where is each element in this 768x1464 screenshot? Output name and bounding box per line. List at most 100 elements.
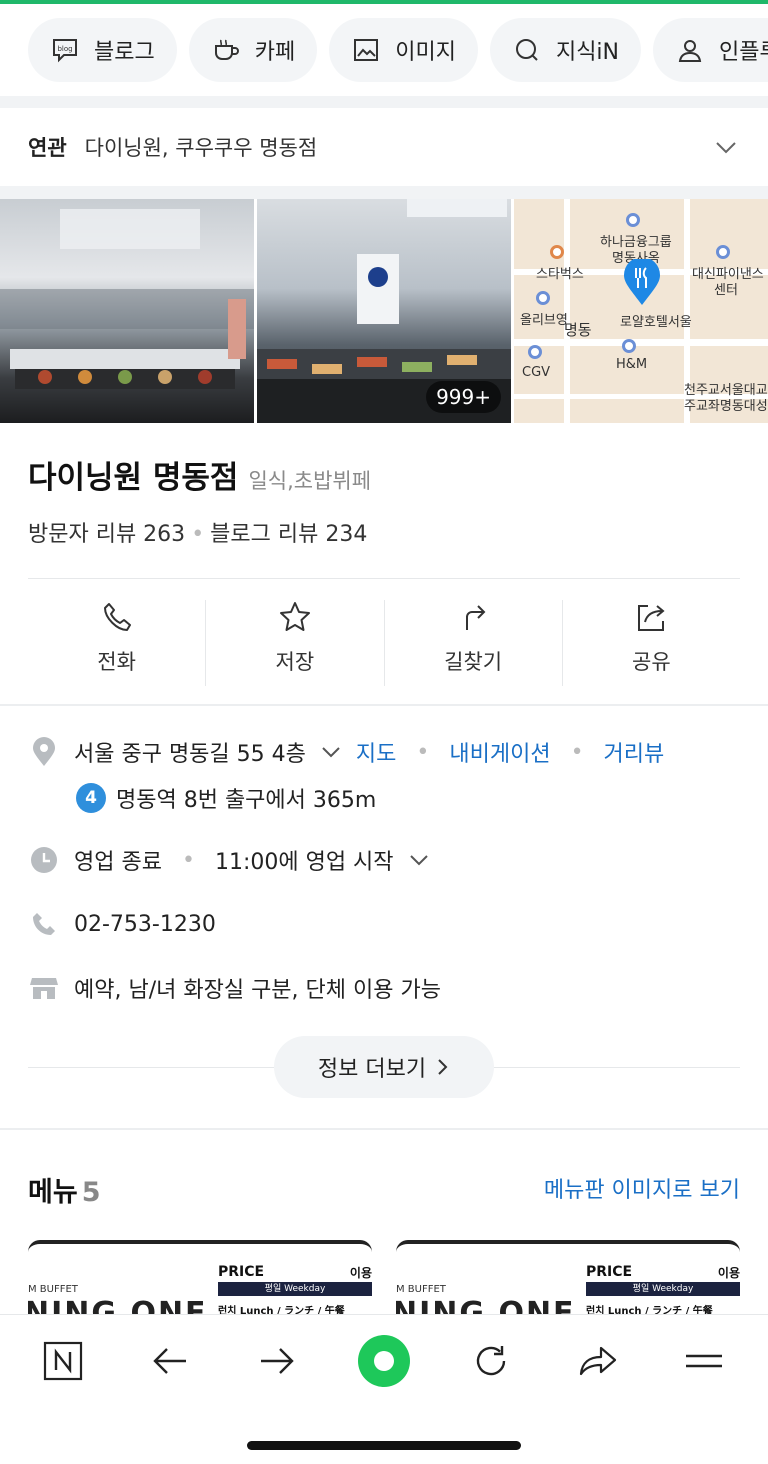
blog-review-link[interactable]: 블로그 리뷰 234 [210, 522, 367, 547]
save-button[interactable]: 저장 [206, 600, 385, 686]
phone-filled-icon [28, 908, 60, 940]
naver-home-button[interactable] [35, 1333, 91, 1389]
menu-card[interactable]: M BUFFET NING ONE PRICE 이용 평일 Weekday 런치… [396, 1240, 740, 1314]
restaurant-map-pin-icon [624, 259, 660, 305]
photo-sushi-counter[interactable]: 999+ [257, 199, 511, 423]
action-label: 공유 [632, 650, 671, 674]
divider [0, 704, 768, 706]
chip-label: 블로그 [94, 40, 155, 65]
section-gap [0, 186, 768, 199]
photo-strip: 999+ 하나금융그룹 명동사옥 스타벅스 대신파이낸스 센터 올리브영 명동 … [0, 199, 768, 423]
navigation-link[interactable]: 내비게이션 [449, 736, 550, 768]
more-info-button[interactable]: 정보 더보기 [274, 1036, 494, 1098]
hamburger-menu-icon [686, 1354, 723, 1368]
chip-label: 지식iN [555, 40, 620, 65]
menu-card-text: 평일 Weekday [218, 1282, 372, 1296]
share-nav-button[interactable] [570, 1333, 626, 1389]
share-button[interactable]: 공유 [563, 600, 740, 686]
menu-card-text: PRICE [218, 1264, 265, 1280]
location-pin-icon [28, 736, 60, 768]
phone-row[interactable]: 02-753-1230 [28, 908, 216, 940]
green-dot-button[interactable] [356, 1333, 412, 1389]
address-row: 서울 중구 명동길 55 4층 지도 • 내비게이션 • 거리뷰 [28, 736, 664, 768]
menu-count: 5 [81, 1177, 101, 1208]
phone-number[interactable]: 02-753-1230 [74, 912, 216, 937]
location-map[interactable]: 하나금융그룹 명동사옥 스타벅스 대신파이낸스 센터 올리브영 명동 로얄호텔서… [514, 199, 768, 423]
share-arrow-icon [579, 1346, 616, 1376]
map-label: 올리브영 [520, 313, 568, 328]
refresh-button[interactable] [463, 1333, 519, 1389]
call-button[interactable]: 전화 [28, 600, 207, 686]
map-label: 스타벅스 [536, 267, 584, 282]
menu-button[interactable] [676, 1333, 732, 1389]
map-link[interactable]: 지도 [356, 736, 396, 768]
menu-card-text: PRICE [586, 1264, 633, 1280]
chip-label: 인플루 [719, 40, 768, 65]
subway-info: 4 명동역 8번 출구에서 365m [76, 782, 376, 814]
chip-influencer[interactable]: 인플루 [653, 18, 768, 82]
menu-card-text: NING ONE [396, 1296, 576, 1314]
street-view-link[interactable]: 거리뷰 [604, 736, 665, 768]
address-text[interactable]: 서울 중구 명동길 55 4층 [74, 736, 306, 768]
chip-image[interactable]: 이미지 [329, 18, 478, 82]
subway-distance: 명동역 8번 출구에서 365m [116, 788, 377, 813]
chip-knowledge[interactable]: 지식iN [489, 18, 642, 82]
forward-button[interactable] [249, 1333, 305, 1389]
chip-cafe[interactable]: 카페 [188, 18, 318, 82]
map-label: CGV [522, 365, 551, 380]
related-searches[interactable]: 연관 다이닝원, 쿠우쿠우 명동점 [0, 108, 768, 186]
menu-card[interactable]: M BUFFET NING ONE PRICE 이용 평일 Weekday 런치… [28, 1240, 372, 1314]
clock-icon [28, 844, 60, 876]
cafe-cup-icon [211, 35, 241, 65]
refresh-icon [476, 1346, 505, 1376]
menu-image-link[interactable]: 메뉴판 이미지로 보기 [544, 1172, 740, 1204]
back-button[interactable] [142, 1333, 198, 1389]
star-icon [279, 602, 310, 631]
map-label: H&M [616, 357, 648, 372]
section-gap [0, 96, 768, 108]
arrow-left-icon [153, 1348, 187, 1374]
home-indicator [247, 1441, 521, 1450]
subway-line-badge: 4 [76, 783, 106, 813]
menu-card-text: NING ONE [28, 1296, 208, 1314]
photo-buffet-interior[interactable] [0, 199, 254, 423]
person-icon [675, 35, 705, 65]
action-label: 저장 [275, 650, 315, 674]
naver-logo-icon [44, 1341, 83, 1381]
phone-icon [103, 603, 131, 631]
related-value[interactable]: 다이닝원, 쿠우쿠우 명동점 [85, 132, 712, 162]
menu-card-text: M BUFFET [28, 1284, 78, 1295]
related-label: 연관 [28, 136, 67, 160]
divider [28, 578, 740, 579]
map-label: 로얄호텔서울 [620, 315, 692, 330]
chip-blog[interactable]: blog 블로그 [28, 18, 177, 82]
directions-icon [466, 605, 486, 630]
place-category: 일식,초밥뷔페 [248, 469, 372, 493]
action-buttons: 전화 저장 길찾기 공유 [28, 600, 740, 686]
place-name: 다이닝원 명동점 [28, 460, 239, 496]
menu-card-text: 이용 [349, 1266, 372, 1280]
review-counts: 방문자 리뷰 263 • 블로그 리뷰 234 [28, 522, 368, 547]
directions-button[interactable]: 길찾기 [385, 600, 563, 686]
store-icon [28, 972, 60, 1004]
chip-label: 카페 [254, 40, 296, 65]
hours-row[interactable]: 영업 종료 • 11:00에 영업 시작 [28, 844, 430, 876]
chevron-down-icon[interactable] [320, 741, 342, 763]
chevron-down-icon[interactable] [408, 849, 430, 871]
place-title: 다이닝원 명동점 일식,초밥뷔페 [28, 452, 371, 497]
image-icon [351, 35, 381, 65]
map-label: 주교좌명동대성 [684, 399, 768, 414]
hours-text: 11:00에 영업 시작 [214, 850, 394, 875]
top-accent-line [0, 0, 768, 4]
arrow-right-icon [261, 1348, 294, 1374]
svg-text:blog: blog [57, 45, 72, 53]
category-chips: blog 블로그 카페 이미지 지식iN 인플루 [28, 18, 768, 82]
bottom-navigation [0, 1314, 768, 1464]
menu-card-text: M BUFFET [396, 1284, 446, 1295]
chevron-down-icon[interactable] [712, 133, 740, 161]
chip-label: 이미지 [395, 40, 456, 65]
more-info-label: 정보 더보기 [317, 1057, 427, 1082]
menu-card-text: 런치 Lunch / ランチ / 午餐 [218, 1306, 345, 1314]
visitor-review-link[interactable]: 방문자 리뷰 263 [28, 522, 185, 547]
menu-card-text: 이용 [717, 1266, 740, 1280]
